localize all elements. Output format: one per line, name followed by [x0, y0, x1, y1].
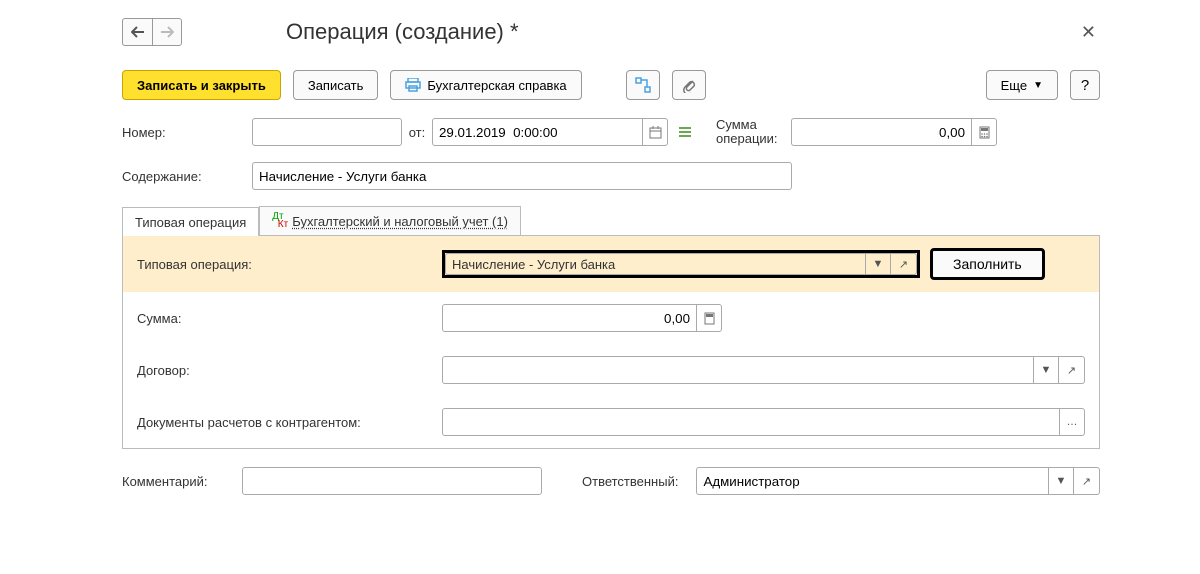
open-icon: ↗ — [1067, 364, 1076, 377]
more-label: Еще — [1001, 78, 1027, 93]
docs-more[interactable]: … — [1059, 408, 1085, 436]
panel: Типовая операция: Начисление - Услуги ба… — [122, 235, 1100, 449]
dropdown-button[interactable]: ▼ — [865, 253, 891, 275]
dt-kt-icon: Дт Кт — [272, 213, 288, 229]
chevron-down-icon: ▼ — [1056, 475, 1067, 487]
panel-sum-input[interactable] — [442, 304, 696, 332]
help-button[interactable]: ? — [1070, 70, 1100, 100]
close-icon[interactable]: ✕ — [1077, 22, 1100, 43]
nav-buttons — [122, 18, 182, 46]
panel-sum-label: Сумма: — [137, 311, 442, 326]
date-input[interactable] — [432, 118, 642, 146]
calendar-button[interactable] — [642, 118, 668, 146]
list-icon[interactable] — [672, 118, 698, 146]
calculator-icon — [979, 126, 990, 139]
docs-label: Документы расчетов с контрагентом: — [137, 415, 442, 430]
typical-op-input[interactable]: Начисление - Услуги банка — [445, 253, 865, 275]
save-button[interactable]: Записать — [293, 70, 379, 100]
paperclip-icon — [682, 77, 696, 93]
contract-open[interactable]: ↗ — [1059, 356, 1085, 384]
comment-input[interactable] — [242, 467, 542, 495]
open-icon: ↗ — [899, 258, 908, 271]
forward-button[interactable] — [152, 18, 182, 46]
tab-accounting[interactable]: Дт Кт Бухгалтерский и налоговый учет (1) — [259, 206, 521, 235]
panel-calc-button[interactable] — [696, 304, 722, 332]
page-title: Операция (создание) * — [286, 19, 519, 45]
content-label: Содержание: — [122, 169, 252, 184]
docs-input[interactable] — [442, 408, 1059, 436]
tabs: Типовая операция Дт Кт Бухгалтерский и н… — [122, 206, 1100, 235]
structure-button[interactable] — [626, 70, 660, 100]
calculator-icon — [704, 312, 715, 325]
number-label: Номер: — [122, 125, 252, 140]
fill-button[interactable]: Заполнить — [930, 248, 1045, 280]
attach-button[interactable] — [672, 70, 706, 100]
save-close-button[interactable]: Записать и закрыть — [122, 70, 281, 100]
structure-icon — [635, 77, 651, 93]
tab-typical-label: Типовая операция — [135, 215, 246, 230]
typical-op-label: Типовая операция: — [137, 257, 442, 272]
comment-label: Комментарий: — [122, 474, 232, 489]
content-input[interactable] — [252, 162, 792, 190]
chevron-down-icon: ▼ — [1033, 80, 1043, 91]
responsible-label: Ответственный: — [582, 474, 678, 489]
more-button[interactable]: Еще ▼ — [986, 70, 1058, 100]
contract-label: Договор: — [137, 363, 442, 378]
printer-icon — [405, 78, 421, 92]
report-button[interactable]: Бухгалтерская справка — [390, 70, 581, 100]
tab-typical[interactable]: Типовая операция — [122, 207, 259, 236]
toolbar: Записать и закрыть Записать Бухгалтерска… — [122, 70, 1100, 100]
open-button[interactable]: ↗ — [891, 253, 917, 275]
contract-dropdown[interactable]: ▼ — [1033, 356, 1059, 384]
back-button[interactable] — [122, 18, 152, 46]
chevron-down-icon: ▼ — [873, 258, 884, 270]
number-input[interactable] — [252, 118, 402, 146]
calendar-icon — [649, 126, 662, 139]
responsible-open[interactable]: ↗ — [1074, 467, 1100, 495]
report-button-label: Бухгалтерская справка — [427, 78, 566, 93]
contract-input[interactable] — [442, 356, 1033, 384]
open-icon: ↗ — [1082, 475, 1091, 488]
responsible-input[interactable] — [696, 467, 1048, 495]
sum-input[interactable] — [791, 118, 971, 146]
tab-accounting-label: Бухгалтерский и налоговый учет (1) — [292, 214, 508, 229]
sum-label: Сумма операции: — [716, 118, 791, 146]
from-label: от: — [402, 125, 432, 140]
ellipsis-icon: … — [1067, 416, 1078, 428]
responsible-dropdown[interactable]: ▼ — [1048, 467, 1074, 495]
calculator-button[interactable] — [971, 118, 997, 146]
chevron-down-icon: ▼ — [1041, 364, 1052, 376]
